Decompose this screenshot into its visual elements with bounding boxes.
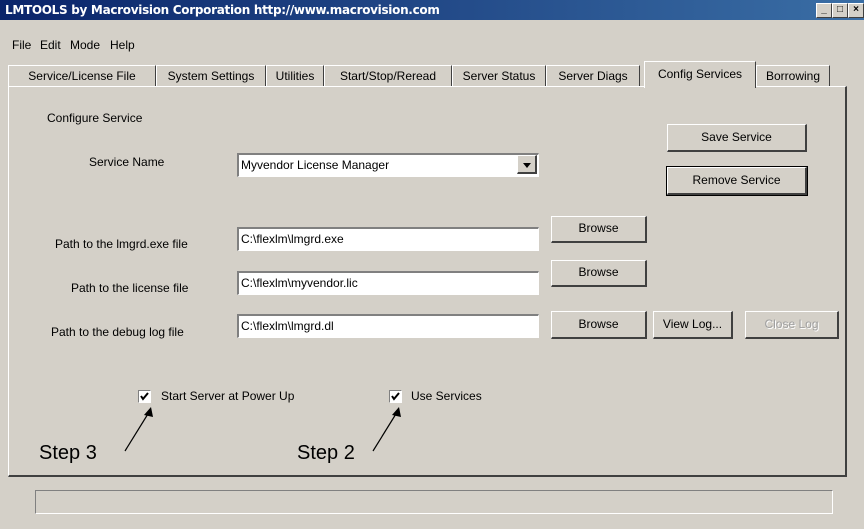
step2-annotation: Step 2 <box>297 442 355 464</box>
step2-arrow-icon <box>372 407 401 452</box>
minimize-icon[interactable]: _ <box>816 3 832 18</box>
start-server-label: Start Server at Power Up <box>161 389 295 403</box>
browse-debug-log-button[interactable]: Browse <box>551 311 647 339</box>
menu-file[interactable]: File <box>12 38 31 52</box>
service-name-dropdown[interactable]: Myvendor License Manager <box>237 153 539 177</box>
close-icon[interactable]: × <box>848 3 864 18</box>
config-services-panel: Configure Service Service Name Myvendor … <box>8 86 847 477</box>
tab-borrowing[interactable]: Borrowing <box>756 65 830 86</box>
tab-config-services[interactable]: Config Services <box>644 61 756 88</box>
license-path-label: Path to the license file <box>71 281 189 295</box>
menu-mode[interactable]: Mode <box>70 38 100 52</box>
save-service-button[interactable]: Save Service <box>667 124 807 152</box>
browse-license-button[interactable]: Browse <box>551 260 647 287</box>
lmgrd-path-label: Path to the lmgrd.exe file <box>55 237 188 251</box>
step3-arrow-icon <box>124 407 153 452</box>
tab-start-stop-reread[interactable]: Start/Stop/Reread <box>324 65 452 86</box>
tab-server-diags[interactable]: Server Diags <box>546 65 640 86</box>
window-title: LMTOOLS by Macrovision Corporation http:… <box>5 3 440 17</box>
lmgrd-path-input[interactable]: C:\flexlm\lmgrd.exe <box>237 227 539 251</box>
browse-lmgrd-button[interactable]: Browse <box>551 216 647 243</box>
title-bar: LMTOOLS by Macrovision Corporation http:… <box>0 0 864 20</box>
tab-system-settings[interactable]: System Settings <box>156 65 266 86</box>
tab-utilities[interactable]: Utilities <box>266 65 324 86</box>
status-bar <box>35 490 833 514</box>
service-name-value: Myvendor License Manager <box>241 158 390 172</box>
step3-annotation: Step 3 <box>39 442 97 464</box>
section-title: Configure Service <box>47 111 143 125</box>
debug-log-path-label: Path to the debug log file <box>51 325 184 339</box>
license-path-input[interactable]: C:\flexlm\myvendor.lic <box>237 271 539 295</box>
chevron-down-icon[interactable] <box>517 155 537 174</box>
use-services-label: Use Services <box>411 389 482 403</box>
start-server-checkbox[interactable] <box>138 390 151 403</box>
maximize-icon[interactable]: □ <box>832 3 848 18</box>
tab-service-license-file[interactable]: Service/License File <box>8 65 156 86</box>
menu-help[interactable]: Help <box>110 38 135 52</box>
tab-server-status[interactable]: Server Status <box>452 65 546 86</box>
service-name-label: Service Name <box>89 155 165 169</box>
remove-service-button[interactable]: Remove Service <box>666 166 808 196</box>
debug-log-path-input[interactable]: C:\flexlm\lmgrd.dl <box>237 314 539 338</box>
menu-edit[interactable]: Edit <box>40 38 61 52</box>
close-log-button: Close Log <box>745 311 839 339</box>
use-services-checkbox[interactable] <box>389 390 402 403</box>
view-log-button[interactable]: View Log... <box>653 311 733 339</box>
